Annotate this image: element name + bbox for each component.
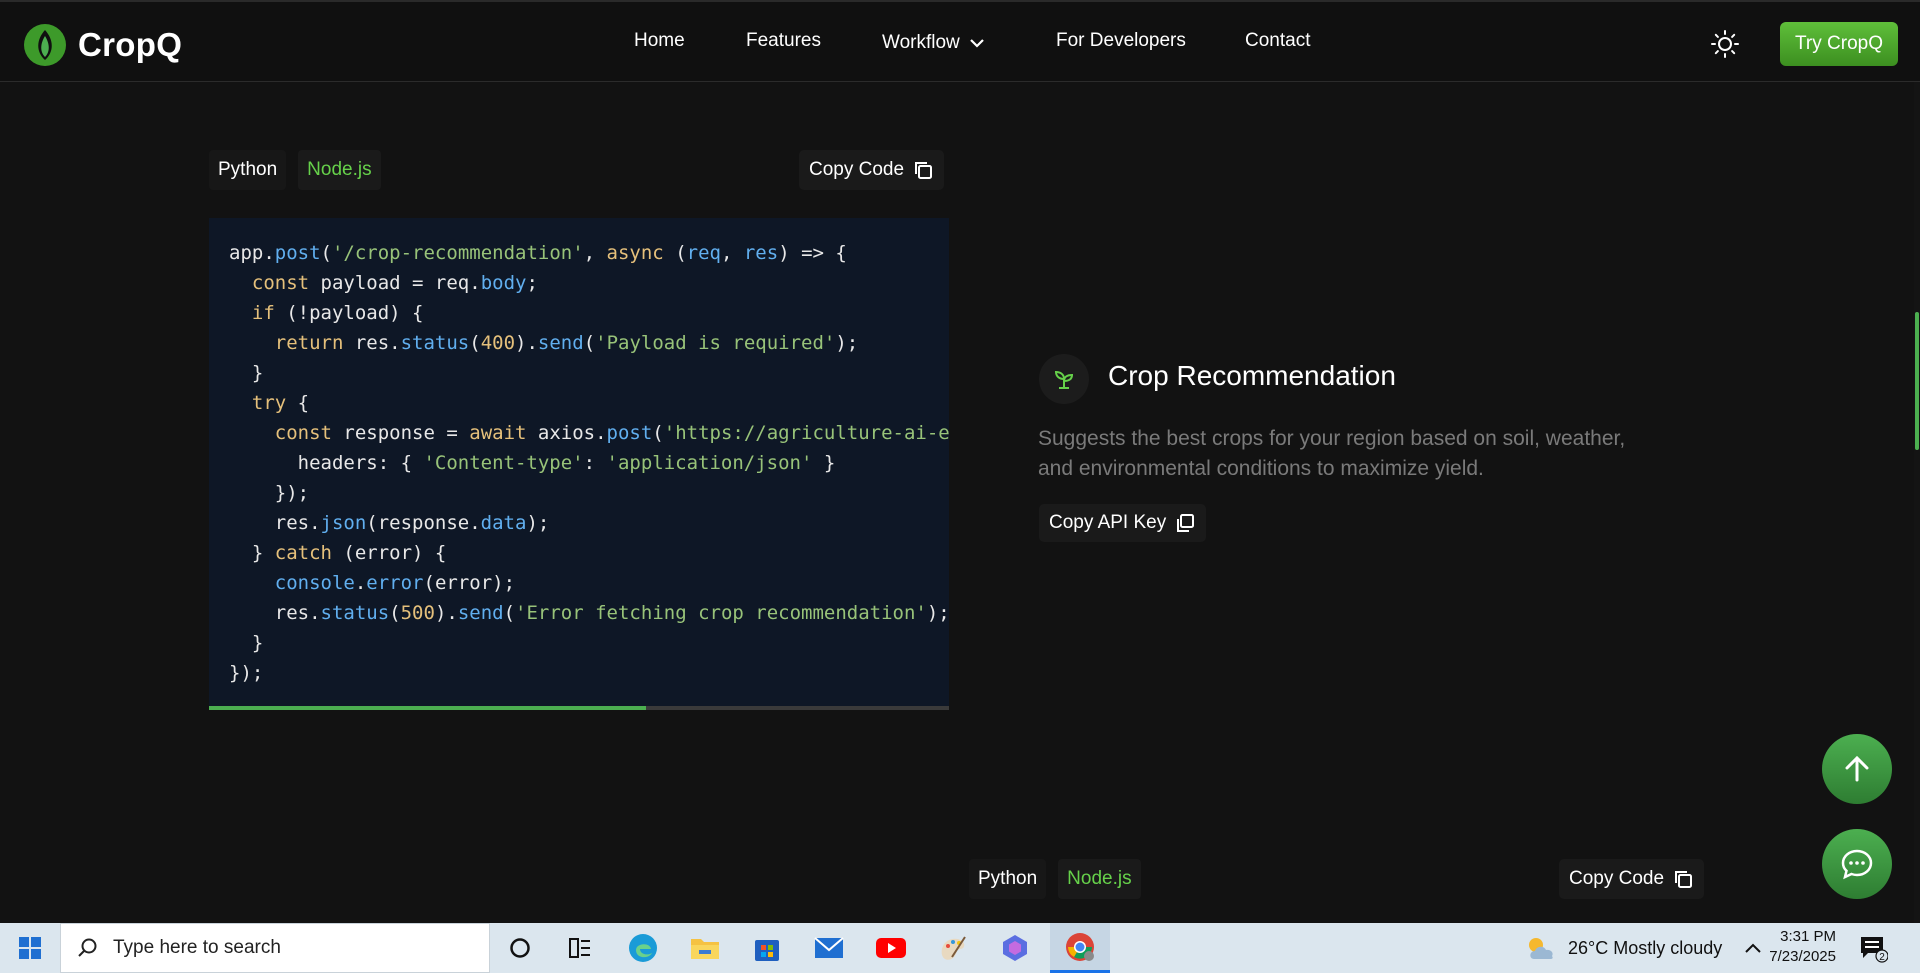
code-line: res.status(500).send('Error fetching cro… (229, 602, 949, 624)
code-scroll-progress[interactable] (209, 706, 949, 710)
copy-icon (1675, 871, 1693, 888)
weather-text: 26°C Mostly cloudy (1568, 937, 1723, 958)
nav-developers-label: For Developers (1056, 30, 1186, 51)
code-line: if (!payload) { (251, 302, 424, 324)
paint-palette-icon (941, 936, 966, 960)
copy-code-label-next: Copy Code (1569, 868, 1665, 889)
tab-python[interactable]: Python (209, 150, 287, 190)
windows-logo-icon (19, 937, 41, 959)
task-view-button[interactable] (553, 923, 607, 973)
task-view-icon (569, 938, 590, 958)
code-content: app.post('/crop-recommendation', async (… (229, 238, 949, 688)
code-block[interactable]: app.post('/crop-recommendation', async (… (209, 218, 949, 710)
code-line: const response = await axios.post('https… (274, 422, 949, 444)
taskbar-clock[interactable]: 3:31 PM 7/23/2025 (1760, 927, 1836, 967)
code-line: console.error(error); (274, 572, 516, 594)
nav-contact-label: Contact (1245, 30, 1311, 51)
code-line: app.post('/crop-recommendation', async (… (229, 242, 847, 264)
clock-time: 3:31 PM (1780, 928, 1836, 945)
copy-code-label: Copy Code (809, 159, 905, 180)
cortana-circle-icon (510, 938, 530, 958)
taskbar-search[interactable]: Type here to search (60, 923, 490, 973)
copy-icon (1177, 514, 1195, 532)
notification-center-button[interactable]: 2 (1858, 933, 1889, 963)
nav-contact[interactable]: Contact (1245, 30, 1310, 52)
code-line: try { (251, 392, 310, 414)
code-line: }); (229, 662, 264, 684)
search-placeholder: Type here to search (113, 937, 281, 958)
code-line: } catch (error) { (229, 542, 447, 564)
chrome-button[interactable] (1050, 923, 1110, 973)
code-line: } (229, 632, 264, 654)
code-line: headers: { 'Content-type': 'application/… (229, 452, 836, 474)
nav-workflow-label: Workflow (882, 32, 960, 53)
mail-envelope-icon (814, 937, 844, 958)
code-line: return res.status(400).send('Payload is … (274, 332, 859, 354)
nav-features-label: Features (746, 30, 821, 51)
tab-nodejs[interactable]: Node.js (298, 150, 381, 190)
store-bag-icon (755, 940, 779, 961)
store-button[interactable] (740, 923, 794, 973)
next-language-tabs: Python Node.js (969, 859, 1141, 899)
try-cropq-button[interactable]: Try CropQ (1780, 22, 1898, 66)
code-scroll-progress-fill (209, 706, 646, 710)
nav-workflow[interactable]: Workflow (882, 32, 986, 54)
page-scrollbar-thumb[interactable] (1915, 312, 1919, 450)
tab-python-next[interactable]: Python (969, 859, 1047, 899)
sprout-icon (1054, 370, 1074, 389)
code-line: const payload = req.body; (251, 272, 538, 294)
scroll-to-top-button[interactable] (1822, 734, 1892, 804)
notification-count: 2 (1879, 952, 1885, 963)
copy-api-key-label: Copy API Key (1049, 512, 1167, 533)
nav-features[interactable]: Features (746, 30, 821, 52)
copy-code-button[interactable]: Copy Code (799, 150, 945, 190)
paint-button[interactable] (926, 923, 980, 973)
copilot-icon (1003, 935, 1027, 961)
folder-icon (691, 939, 719, 959)
code-line: res.json(response.data); (229, 512, 550, 534)
chrome-profile-icon (1066, 932, 1094, 961)
navbar: CropQ Home Features Workflow For Develop… (0, 0, 1920, 82)
youtube-play-icon (876, 938, 906, 958)
notification-icon: 2 (1861, 937, 1889, 963)
nav-for-developers[interactable]: For Developers (1056, 30, 1186, 52)
copy-api-key-button[interactable]: Copy API Key (1039, 504, 1207, 542)
mail-button[interactable] (802, 923, 856, 973)
tab-nodejs-next[interactable]: Node.js (1058, 859, 1141, 899)
cortana-button[interactable] (493, 923, 547, 973)
language-tabs: Python Node.js (209, 150, 381, 190)
arrow-up-icon (1845, 755, 1869, 782)
chevron-down-icon (970, 39, 984, 48)
edge-browser-icon (629, 934, 657, 962)
feature-title: Crop Recommendation (1108, 360, 1396, 391)
page-scrollbar[interactable] (1914, 82, 1920, 923)
code-line: }); (229, 482, 310, 504)
chat-button[interactable] (1822, 829, 1892, 899)
main-nav: Home Features Workflow For Developers Co… (0, 2, 1920, 84)
partly-cloudy-icon (1529, 938, 1553, 959)
copy-code-button-next[interactable]: Copy Code (1559, 859, 1705, 899)
start-button[interactable] (0, 923, 60, 973)
youtube-button[interactable] (864, 923, 918, 973)
clock-date: 7/23/2025 (1769, 948, 1836, 965)
file-explorer-button[interactable] (678, 923, 732, 973)
chat-bubble-icon (1841, 849, 1873, 880)
nav-home-label: Home (634, 30, 685, 51)
code-line: } (229, 362, 264, 384)
windows-taskbar: Type here to search 26°C Mostly cloudy 3… (0, 923, 1920, 973)
copy-icon (915, 162, 933, 179)
copilot-button[interactable] (988, 923, 1042, 973)
search-icon (78, 938, 97, 957)
feature-description: Suggests the best crops for your region … (1038, 427, 1626, 480)
feature-icon-badge (1039, 354, 1089, 404)
weather-widget[interactable]: 26°C Mostly cloudy (1524, 923, 1722, 973)
nav-home[interactable]: Home (634, 30, 685, 52)
edge-button[interactable] (616, 923, 670, 973)
sun-icon[interactable] (1710, 29, 1740, 59)
